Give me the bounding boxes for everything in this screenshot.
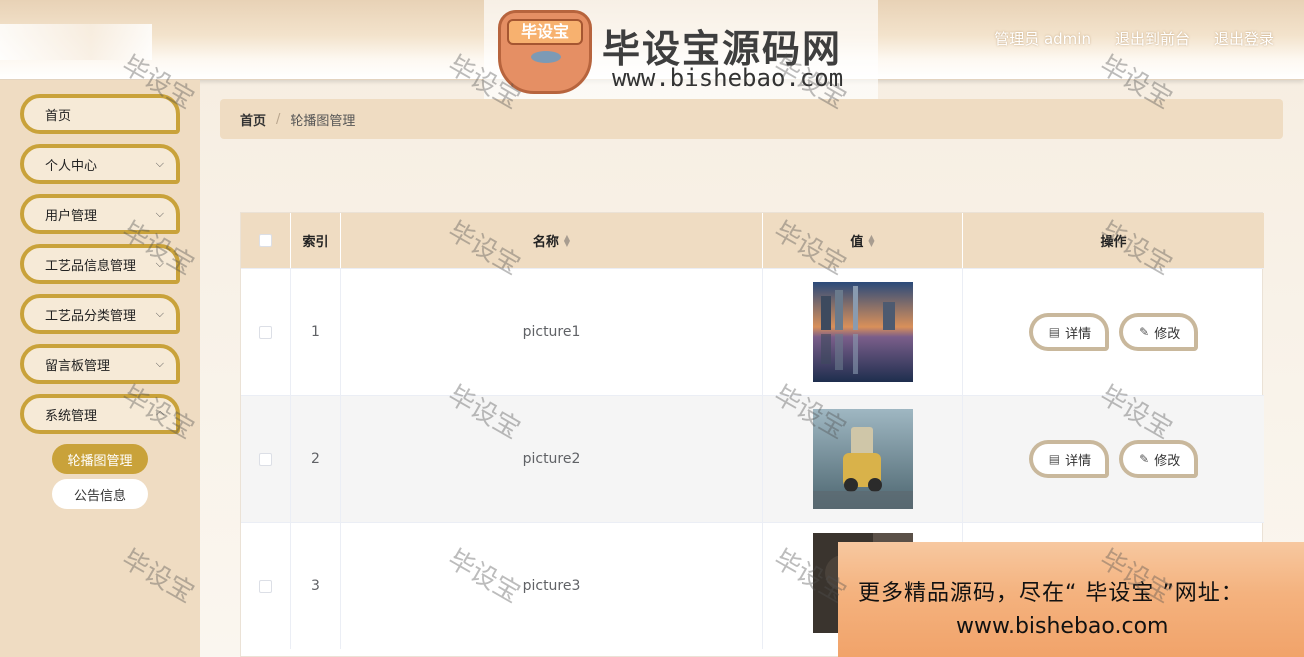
row-checkbox-cell — [241, 523, 291, 649]
sidebar-item-home[interactable]: 首页 — [20, 94, 180, 134]
sidebar-item-craft-category[interactable]: 工艺品分类管理 ⌵ — [20, 294, 180, 334]
brand-url: www.bishebao.com — [612, 64, 844, 92]
column-header-actions: 操作 — [1100, 235, 1127, 250]
row-name: picture2 — [341, 396, 763, 522]
sidebar-item-personal-center[interactable]: 个人中心 ⌵ — [20, 144, 180, 184]
chevron-down-icon: ⌵ — [155, 357, 164, 370]
sidebar-item-label: 留言板管理 — [45, 358, 111, 374]
column-header-index: 索引 — [291, 213, 341, 268]
brand-logo-icon: 毕设宝 — [498, 10, 592, 94]
column-header-label: 值 — [850, 235, 864, 250]
table-row: 1 picture1 ▤ 详情 ✎ 修改 — [241, 268, 1264, 395]
header-select-all — [241, 213, 291, 268]
edit-button[interactable]: ✎ 修改 — [1119, 440, 1199, 478]
select-all-checkbox[interactable] — [259, 234, 272, 247]
row-index: 2 — [291, 396, 341, 522]
logout-link[interactable]: 退出登录 — [1214, 28, 1274, 49]
detail-button-label: 详情 — [1065, 326, 1092, 342]
sort-icon[interactable]: ▲ ▼ — [868, 233, 874, 247]
row-value — [763, 396, 963, 522]
sidebar-item-system-management[interactable]: 系统管理 ⌵ — [20, 394, 180, 434]
row-checkbox[interactable] — [259, 325, 272, 339]
sidebar-item-message-board[interactable]: 留言板管理 ⌵ — [20, 344, 180, 384]
admin-user-label: 管理员 admin — [994, 30, 1091, 48]
row-value — [763, 269, 963, 395]
sidebar-item-label: 工艺品分类管理 — [45, 308, 137, 324]
breadcrumb-separator: / — [276, 111, 281, 127]
breadcrumb-home[interactable]: 首页 — [240, 110, 266, 129]
sidebar-item-user-management[interactable]: 用户管理 ⌵ — [20, 194, 180, 234]
column-header-name[interactable]: 名称 ▲ ▼ — [341, 213, 763, 268]
sidebar-subitem-carousel[interactable]: 轮播图管理 — [52, 444, 148, 474]
brand-watermark: 毕设宝 毕设宝源码网 www.bishebao.com — [484, 0, 878, 104]
detail-button[interactable]: ▤ 详情 — [1028, 440, 1110, 478]
row-name: picture1 — [341, 269, 763, 395]
sidebar-item-craft-info[interactable]: 工艺品信息管理 ⌵ — [20, 244, 180, 284]
row-checkbox[interactable] — [259, 579, 272, 593]
chevron-up-icon: ⌵ — [155, 408, 164, 421]
header-links: 管理员 admin 退出到前台 退出登录 — [994, 28, 1274, 49]
chevron-down-icon: ⌵ — [155, 157, 164, 170]
sidebar-item-label: 系统管理 — [45, 408, 98, 424]
table-row: 2 picture2 ▤ 详情 ✎ 修改 — [241, 395, 1264, 522]
document-icon: ▤ — [1048, 325, 1061, 339]
table-header: 索引 名称 ▲ ▼ 值 ▲ ▼ 操作 — [241, 213, 1264, 268]
sort-icon[interactable]: ▲ ▼ — [564, 233, 570, 247]
breadcrumb: 首页 / 轮播图管理 — [220, 99, 1283, 139]
ad-line-1: 更多精品源码，尽在“ 毕设宝 ”网址： — [858, 581, 1244, 606]
row-actions: ▤ 详情 ✎ 修改 — [963, 269, 1264, 395]
ad-line-2: www.bishebao.com — [956, 614, 1169, 639]
document-icon: ▤ — [1048, 452, 1061, 466]
detail-button[interactable]: ▤ 详情 — [1028, 313, 1110, 351]
brand-logo-text: 毕设宝 — [507, 19, 583, 45]
carousel-image-thumbnail[interactable] — [812, 282, 913, 382]
breadcrumb-current: 轮播图管理 — [290, 113, 356, 129]
sidebar-item-label: 用户管理 — [45, 208, 98, 224]
sidebar-item-label: 工艺品信息管理 — [45, 258, 137, 274]
logo-eye-shape — [531, 51, 561, 63]
column-header-value[interactable]: 值 ▲ ▼ — [763, 213, 963, 268]
row-checkbox-cell — [241, 269, 291, 395]
exit-to-front-link[interactable]: 退出到前台 — [1115, 28, 1190, 49]
chevron-down-icon: ⌵ — [155, 257, 164, 270]
edit-button-label: 修改 — [1154, 453, 1181, 469]
row-actions: ▤ 详情 ✎ 修改 — [963, 396, 1264, 522]
detail-button-label: 详情 — [1065, 453, 1092, 469]
chevron-down-icon: ⌵ — [155, 207, 164, 220]
edit-button[interactable]: ✎ 修改 — [1119, 313, 1199, 351]
column-header-label: 名称 — [532, 235, 559, 250]
row-checkbox-cell — [241, 396, 291, 522]
row-index: 3 — [291, 523, 341, 649]
pencil-icon: ✎ — [1139, 452, 1150, 466]
pencil-icon: ✎ — [1139, 325, 1150, 339]
row-name: picture3 — [341, 523, 763, 649]
sidebar-subitem-announcement[interactable]: 公告信息 — [52, 479, 148, 509]
edit-button-label: 修改 — [1154, 326, 1181, 342]
row-checkbox[interactable] — [259, 452, 272, 466]
header-blur-bar — [0, 24, 152, 60]
sidebar-item-label: 首页 — [45, 108, 72, 124]
carousel-image-thumbnail[interactable] — [812, 409, 913, 509]
row-index: 1 — [291, 269, 341, 395]
ad-banner[interactable]: 更多精品源码，尽在“ 毕设宝 ”网址： www.bishebao.com — [838, 542, 1304, 657]
chevron-down-icon: ⌵ — [155, 307, 164, 320]
sidebar-item-label: 个人中心 — [45, 158, 98, 174]
